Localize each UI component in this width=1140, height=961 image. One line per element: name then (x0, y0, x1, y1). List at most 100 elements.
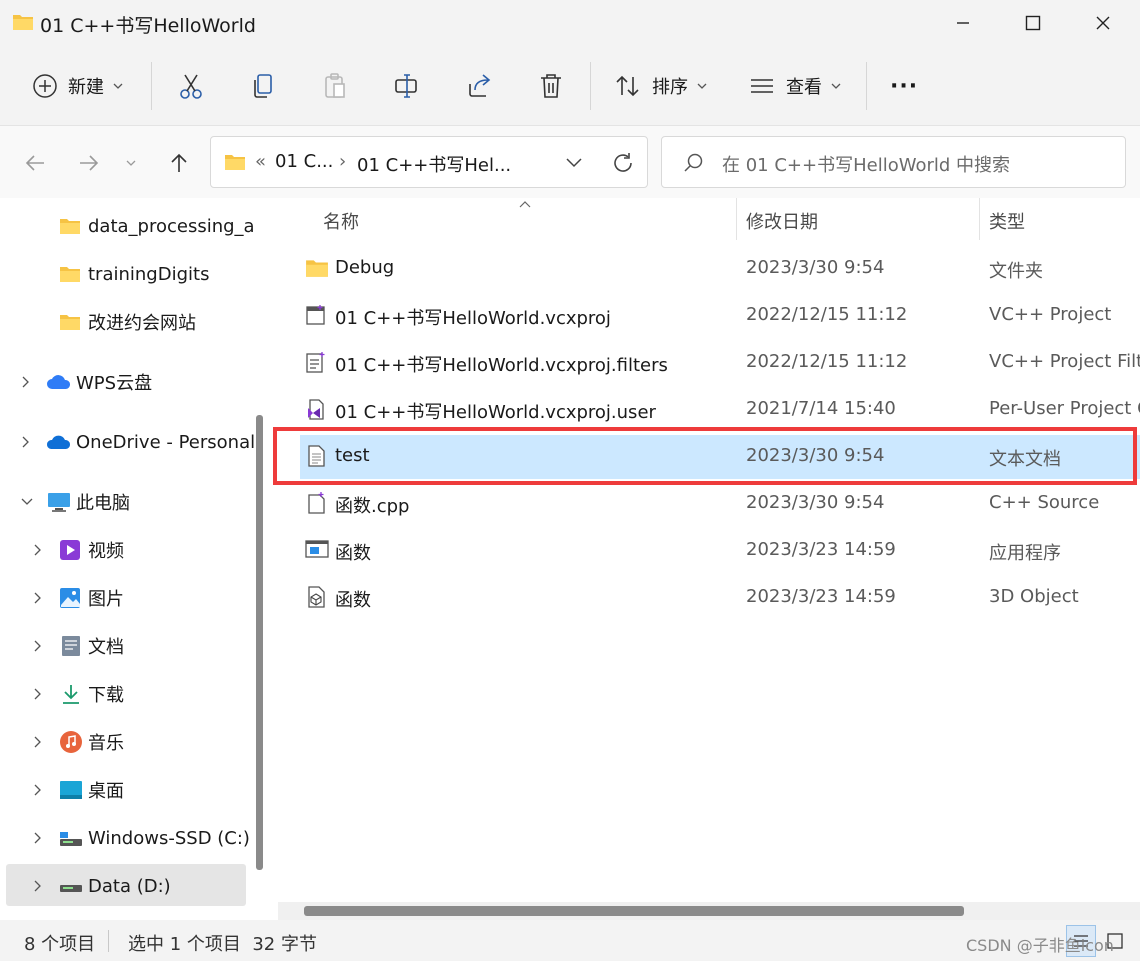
folder-icon (60, 219, 80, 234)
sidebar-item-videos[interactable]: 视频 (12, 530, 250, 570)
item-count: 8 个项目 (24, 934, 96, 955)
chevron-right-icon[interactable] (20, 375, 30, 389)
breadcrumb-item[interactable]: 01 C... (275, 151, 333, 172)
chevron-right-icon[interactable] (32, 831, 42, 845)
file-row[interactable]: 函数 2023/3/23 14:59 3D Object (300, 576, 1140, 620)
file-row[interactable]: 01 C++书写HelloWorld.vcxproj.filters 2022/… (300, 341, 1140, 385)
file-list: 名称 修改日期 类型 Debug 2023/3/30 9:54 文件夹 01 C… (272, 198, 1140, 912)
column-header-type[interactable]: 类型 (989, 208, 1025, 234)
new-label: 新建 (68, 77, 104, 98)
file-row[interactable]: 01 C++书写HelloWorld.vcxproj.user 2021/7/1… (300, 388, 1140, 432)
drive-icon (60, 832, 82, 846)
sidebar-item-label: 桌面 (88, 781, 124, 802)
address-bar[interactable]: « 01 C... › 01 C++书写Hel... (210, 136, 648, 188)
sidebar-item-onedrive[interactable]: OneDrive - Personal (0, 422, 255, 462)
chevron-right-icon[interactable] (32, 879, 42, 893)
share-button[interactable] (466, 64, 494, 108)
sidebar-item-trainingdigits[interactable]: trainingDigits (0, 254, 250, 294)
horizontal-scrollbar[interactable] (304, 906, 964, 916)
forward-button[interactable] (72, 146, 106, 180)
sidebar-item-label: data_processing_a (88, 215, 255, 237)
sidebar-item-label: 下载 (88, 685, 124, 706)
vcxproj-icon (306, 305, 325, 325)
file-type: 应用程序 (989, 543, 1061, 564)
column-header-name[interactable]: 名称 (323, 208, 359, 234)
up-button[interactable] (162, 146, 196, 180)
view-label: 查看 (786, 77, 822, 98)
file-date: 2021/7/14 15:40 (746, 398, 896, 419)
sidebar-item-data-processing[interactable]: data_processing_a (0, 206, 255, 246)
sidebar-item-dating-site[interactable]: 改进约会网站 (0, 302, 250, 342)
command-bar: 新建 排序 查看 ··· (0, 46, 1140, 126)
file-name: 01 C++书写HelloWorld.vcxproj.filters (335, 355, 668, 376)
sidebar-item-music[interactable]: 音乐 (12, 722, 250, 762)
chevron-right-icon[interactable] (32, 687, 42, 701)
maximize-button[interactable] (998, 0, 1068, 46)
column-divider[interactable] (979, 198, 980, 240)
folder-icon (306, 260, 328, 277)
computer-icon (48, 493, 70, 512)
delete-button[interactable] (538, 64, 564, 108)
back-button[interactable] (18, 146, 52, 180)
chevron-down-icon[interactable] (20, 497, 34, 507)
chevron-right-icon[interactable] (32, 591, 42, 605)
file-row[interactable]: Debug 2023/3/30 9:54 文件夹 (300, 247, 1140, 291)
new-button[interactable]: 新建 (32, 64, 124, 108)
breadcrumb-current[interactable]: 01 C++书写Hel... (357, 151, 511, 177)
more-options-button[interactable]: ··· (890, 64, 918, 108)
file-date: 2023/3/23 14:59 (746, 539, 896, 560)
sidebar-item-pictures[interactable]: 图片 (12, 578, 250, 618)
sidebar-item-drive-c[interactable]: Windows-SSD (C:) (12, 818, 250, 858)
view-icon (751, 79, 773, 93)
chevron-right-icon[interactable] (32, 543, 42, 557)
documents-icon (62, 636, 80, 656)
column-divider[interactable] (736, 198, 737, 240)
chevron-right-icon[interactable] (32, 783, 42, 797)
view-button[interactable]: 查看 (748, 64, 842, 108)
paste-button[interactable] (322, 64, 348, 108)
file-name: 01 C++书写HelloWorld.vcxproj.user (335, 402, 656, 423)
sidebar-item-desktop[interactable]: 桌面 (12, 770, 250, 810)
cut-button[interactable] (178, 64, 204, 108)
breadcrumb-overflow[interactable]: « (255, 151, 266, 172)
toolbar-divider (866, 62, 867, 110)
sidebar-item-drive-d[interactable]: Data (D:) (12, 866, 250, 906)
chevron-right-icon[interactable] (32, 735, 42, 749)
sidebar-scrollbar[interactable] (256, 415, 263, 870)
minimize-button[interactable] (928, 0, 998, 46)
column-header-date[interactable]: 修改日期 (746, 208, 818, 234)
search-placeholder: 在 01 C++书写HelloWorld 中搜索 (722, 155, 1011, 176)
address-history-chevron-icon[interactable] (565, 156, 583, 170)
sidebar-item-this-pc[interactable]: 此电脑 (0, 482, 250, 522)
rename-icon (395, 74, 417, 98)
file-type: 文件夹 (989, 261, 1043, 282)
chevron-right-icon[interactable] (20, 435, 30, 449)
folder-icon (60, 315, 80, 330)
selection-info: 选中 1 个项目 32 字节 (128, 934, 317, 955)
file-name: 函数 (335, 590, 371, 611)
file-row[interactable]: 01 C++书写HelloWorld.vcxproj 2022/12/15 11… (300, 294, 1140, 338)
sidebar-item-wps-cloud[interactable]: WPS云盘 (0, 362, 250, 402)
drive-icon (60, 885, 82, 892)
title-bar: 01 C++书写HelloWorld (0, 0, 1140, 46)
highlight-annotation-box (273, 427, 1137, 485)
sidebar-item-documents[interactable]: 文档 (12, 626, 250, 666)
sidebar-item-downloads[interactable]: 下载 (12, 674, 250, 714)
folder-icon (60, 267, 80, 282)
refresh-icon[interactable] (611, 151, 635, 175)
chevron-right-icon[interactable] (32, 639, 42, 653)
recent-locations-button[interactable] (116, 146, 146, 180)
close-button[interactable] (1068, 0, 1138, 46)
sort-ascending-icon (519, 201, 531, 208)
sort-button[interactable]: 排序 (614, 64, 708, 108)
search-icon (684, 153, 703, 172)
rename-button[interactable] (393, 64, 421, 108)
folder-icon (13, 15, 33, 30)
sidebar-item-label: Windows-SSD (C:) (88, 827, 250, 849)
search-box[interactable]: 在 01 C++书写HelloWorld 中搜索 (661, 136, 1126, 188)
file-row[interactable]: 函数 2023/3/23 14:59 应用程序 (300, 529, 1140, 573)
file-row[interactable]: 函数.cpp 2023/3/30 9:54 C++ Source (300, 482, 1140, 526)
file-date: 2023/3/23 14:59 (746, 586, 896, 607)
copy-button[interactable] (250, 64, 276, 108)
sidebar-item-label: trainingDigits (88, 263, 210, 285)
